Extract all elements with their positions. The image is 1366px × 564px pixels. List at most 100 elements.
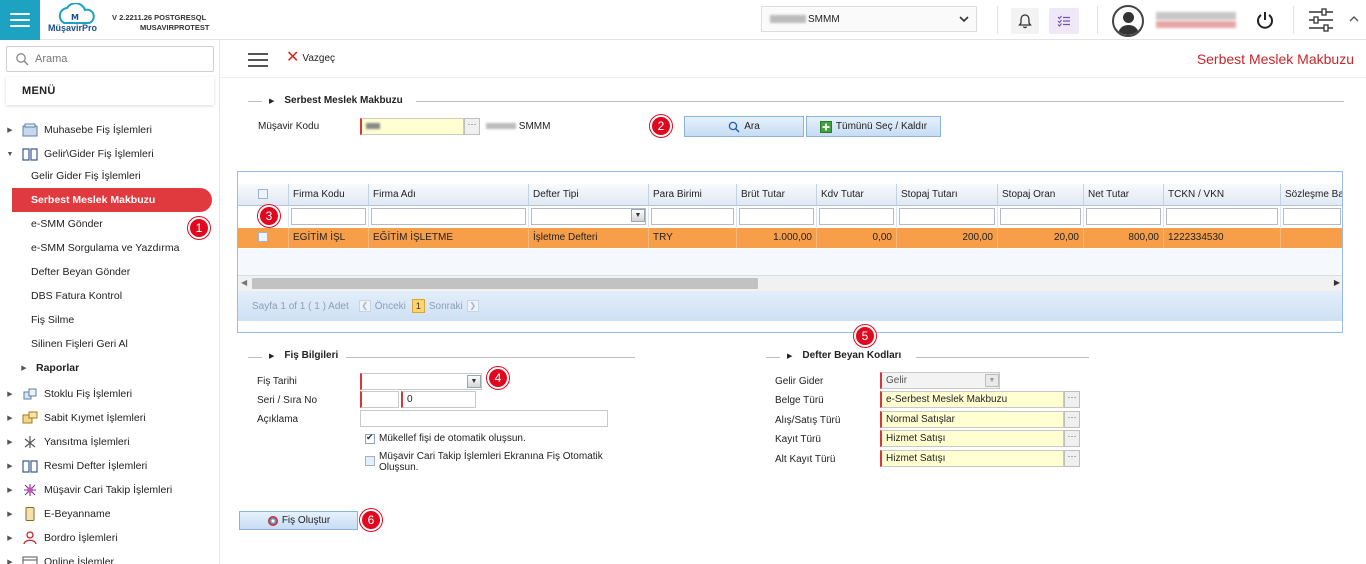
dropdown-arrow-icon[interactable]: ▼	[467, 375, 481, 388]
horizontal-scrollbar[interactable]: ◀ ▶	[238, 275, 1342, 291]
power-icon[interactable]	[1254, 9, 1276, 31]
toolbar-menu-icon[interactable]	[248, 53, 268, 67]
filter-firma-kodu[interactable]	[289, 207, 369, 227]
prev-page-icon[interactable]: ❮	[358, 300, 371, 312]
belge-turu-lookup-button[interactable]: ···	[1064, 391, 1080, 408]
sidebar-item-serbest-meslek[interactable]: Serbest Meslek Makbuzu	[12, 188, 212, 212]
caret-right-icon: ▶	[7, 559, 13, 564]
sidebar-item-dbs-fatura[interactable]: DBS Fatura Kontrol	[0, 284, 220, 308]
sidebar-item-esmm-sorgulama[interactable]: e-SMM Sorgulama ve Yazdırma	[0, 236, 220, 260]
filter-para-birimi[interactable]	[649, 207, 737, 227]
alt-kayit-turu-input[interactable]: Hizmet Satışı	[880, 450, 1064, 467]
filter-firma-adi[interactable]	[369, 207, 529, 227]
step-badge-2: 2	[650, 115, 672, 137]
musavir-kodu-lookup-button[interactable]: ···	[464, 118, 480, 135]
next-page-icon[interactable]: ❯	[466, 300, 479, 312]
legend-line	[346, 357, 635, 358]
aciklama-input[interactable]	[360, 410, 608, 427]
grid-header-cell[interactable]: Brüt Tutar	[737, 184, 817, 205]
window-icon	[22, 556, 38, 564]
grid-header-cell[interactable]: Stopaj Tutarı	[897, 184, 998, 205]
sira-no-input[interactable]: 0	[401, 391, 476, 408]
user-avatar-icon[interactable]	[1112, 5, 1144, 37]
row-checkbox[interactable]	[238, 228, 289, 248]
sidebar-item-online[interactable]: ▶ Online İşlemler	[0, 550, 220, 564]
fis-tarihi-input[interactable]	[360, 373, 482, 390]
filter-sozlesme[interactable]	[1281, 207, 1342, 227]
checkbox-icon[interactable]	[365, 456, 375, 466]
sidebar-item-stoklu-fis[interactable]: ▶ Stoklu Fiş İşlemleri	[0, 382, 220, 406]
main-menu-toggle-icon[interactable]	[0, 0, 40, 40]
company-select[interactable]: SMMM	[761, 6, 977, 32]
filter-stopaj-oran[interactable]	[998, 207, 1084, 227]
scroll-left-icon[interactable]: ◀	[241, 278, 247, 287]
sidebar-item-yansitma[interactable]: ▶ Yansıtma İşlemleri	[0, 430, 220, 454]
sidebar-item-gelir-gider[interactable]: ▼ Gelir\Gider Fiş İşlemleri	[0, 142, 220, 166]
filter-brut[interactable]	[737, 207, 817, 227]
chevron-up-icon[interactable]	[1349, 15, 1359, 26]
filter-stopaj-tutari[interactable]	[897, 207, 998, 227]
grid-header-cell[interactable]: Net Tutar	[1084, 184, 1164, 205]
grid-header-cell[interactable]: Stopaj Oran	[998, 184, 1084, 205]
create-fis-button[interactable]: Fiş Oluştur	[239, 511, 358, 530]
alt-kayit-turu-lookup-button[interactable]: ···	[1064, 450, 1080, 467]
sidebar-item-fis-silme[interactable]: Fiş Silme	[0, 308, 220, 332]
seri-input[interactable]	[360, 391, 399, 408]
dropdown-arrow-icon[interactable]: ▼	[985, 374, 999, 387]
sidebar-search[interactable]	[6, 46, 214, 72]
cancel-button[interactable]: ✕ Vazgeç	[286, 50, 335, 66]
sidebar-item-raporlar[interactable]: ▶ Raporlar	[0, 356, 220, 380]
current-page[interactable]: 1	[411, 299, 425, 313]
sidebar-item-silinen-fisler[interactable]: Silinen Fişleri Geri Al	[0, 332, 220, 356]
grid-header-cell[interactable]: Firma Kodu	[289, 184, 369, 205]
alis-satis-lookup-button[interactable]: ···	[1064, 411, 1080, 428]
gelir-gider-select[interactable]: Gelir	[880, 372, 1000, 389]
grid-header-checkbox[interactable]	[238, 184, 289, 205]
notification-bell-icon[interactable]	[1011, 8, 1039, 34]
musavir-kodu-input[interactable]	[360, 118, 464, 135]
grid-header-cell[interactable]: TCKN / VKN	[1164, 184, 1281, 205]
sidebar-item-musavir-cari[interactable]: ▶ Müşavir Cari Takip İşlemleri	[0, 478, 220, 502]
grid-header-cell[interactable]: Para Birimi	[649, 184, 737, 205]
search-input[interactable]	[35, 53, 205, 65]
grid-header-cell[interactable]: Sözleşme Ba	[1281, 184, 1342, 205]
sidebar-item-gelir-gider-fis[interactable]: Gelir Gider Fiş İşlemleri	[0, 164, 220, 188]
sidebar-item-defter-beyan[interactable]: Defter Beyan Gönder	[0, 260, 220, 284]
filter-defter-tipi[interactable]: ▼	[529, 207, 649, 227]
belge-turu-input[interactable]: e-Serbest Meslek Makbuzu	[880, 391, 1064, 408]
filter-tckn[interactable]	[1164, 207, 1281, 227]
legend-line	[916, 357, 1089, 358]
next-page-button[interactable]: Sonraki	[429, 301, 463, 312]
sidebar-item-resmi-defter[interactable]: ▶ Resmi Defter İşlemleri	[0, 454, 220, 478]
musavir-cari-checkbox-row[interactable]: Müşavir Cari Takip İşlemleri Ekranına Fi…	[365, 451, 603, 473]
kayit-turu-lookup-button[interactable]: ···	[1064, 430, 1080, 447]
dropdown-arrow-icon[interactable]: ▼	[631, 209, 645, 222]
settings-sliders-icon[interactable]	[1307, 7, 1335, 33]
sidebar-item-sabit-kiymet[interactable]: ▶ Sabit Kıymet İşlemleri	[0, 406, 220, 430]
checkbox-checked-icon[interactable]	[365, 432, 375, 444]
alis-satis-input[interactable]: Normal Satışlar	[880, 411, 1064, 428]
separator	[1293, 6, 1294, 34]
sidebar-item-bordro[interactable]: ▶ Bordro İşlemleri	[0, 526, 220, 550]
prev-page-button[interactable]: Önceki	[375, 301, 406, 312]
mukellef-checkbox-row[interactable]: Mükellef fişi de otomatik oluşsun.	[365, 432, 526, 444]
table-row[interactable]: EGİTİM İŞL EĞİTİM İŞLETME İşletme Defter…	[238, 228, 1342, 248]
grid-header-cell[interactable]: Firma Adı	[369, 184, 529, 205]
kayit-turu-input[interactable]: Hizmet Satışı	[880, 430, 1064, 447]
cell-firma-kodu: EGİTİM İŞL	[289, 228, 369, 248]
alt-kayit-turu-label: Alt Kayıt Türü	[775, 454, 836, 465]
filter-net[interactable]	[1084, 207, 1164, 227]
sidebar-item-e-beyanname[interactable]: ▶ E-Beyanname	[0, 502, 220, 526]
filter-kdv[interactable]	[817, 207, 897, 227]
task-list-icon[interactable]	[1049, 8, 1079, 34]
scrollbar-thumb[interactable]	[252, 278, 758, 289]
phone-icon	[25, 507, 35, 521]
grid-header-cell[interactable]: Defter Tipi	[529, 184, 649, 205]
grid-header-cell[interactable]: Kdv Tutar	[817, 184, 897, 205]
sidebar-item-muhasebe[interactable]: ▶ Muhasebe Fiş İşlemleri	[0, 118, 220, 142]
user-name-redacted[interactable]	[1156, 12, 1236, 28]
sidebar-item-esmm-gonder[interactable]: e-SMM Gönder	[0, 212, 220, 236]
scroll-right-icon[interactable]: ▶	[1334, 278, 1340, 287]
search-button[interactable]: Ara	[684, 116, 804, 137]
select-all-button[interactable]: Tümünü Seç / Kaldır	[806, 116, 941, 137]
